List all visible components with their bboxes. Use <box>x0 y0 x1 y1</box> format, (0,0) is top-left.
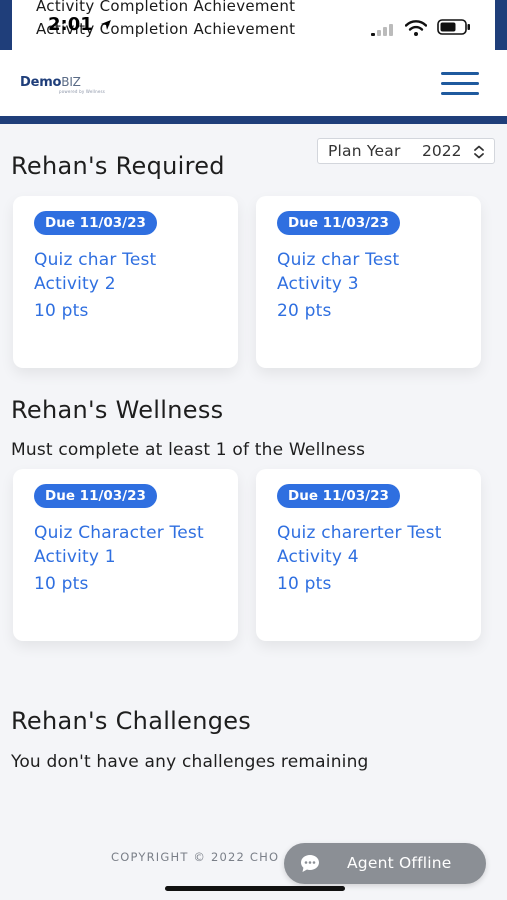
location-arrow-icon <box>101 20 112 30</box>
status-time-text: 2:01 <box>48 14 93 35</box>
activity-card[interactable]: Due 11/03/23 Quiz char Test Activity 3 2… <box>256 196 481 368</box>
logo-subtext: powered by Wellness <box>59 89 106 94</box>
activity-card[interactable]: Due 11/03/23 Quiz char Test Activity 2 1… <box>13 196 238 368</box>
select-chevron-icon <box>474 145 484 159</box>
activity-title[interactable]: Quiz char Test Activity 3 <box>277 248 467 296</box>
due-badge: Due 11/03/23 <box>34 211 157 235</box>
copyright-text: COPYRIGHT © 2022 CHO <box>111 850 280 864</box>
activity-points: 10 pts <box>34 301 89 321</box>
activity-card[interactable]: Due 11/03/23 Quiz charerter Test Activit… <box>256 469 481 641</box>
challenges-empty-message: You don't have any challenges remaining <box>11 752 369 772</box>
wellness-heading: Rehan's Wellness <box>11 396 224 424</box>
activity-title[interactable]: Quiz Character Test Activity 1 <box>34 521 224 569</box>
plan-year-select[interactable]: Plan Year 2022 <box>317 138 495 164</box>
agent-chat-button[interactable]: Agent Offline <box>284 843 486 884</box>
status-time: 2:01 <box>48 14 112 35</box>
activity-points: 20 pts <box>277 301 332 321</box>
activity-points: 10 pts <box>277 574 332 594</box>
wellness-note: Must complete at least 1 of the Wellness <box>11 440 366 460</box>
home-indicator[interactable] <box>165 886 345 891</box>
due-badge: Due 11/03/23 <box>277 211 400 235</box>
agent-status-label: Agent Offline <box>347 854 452 872</box>
activity-title[interactable]: Quiz char Test Activity 2 <box>34 248 224 296</box>
status-edge-right <box>495 0 507 50</box>
plan-year-value: 2022 <box>422 142 462 160</box>
status-bar: Activity Completion Achievement Activity… <box>0 0 507 50</box>
header-divider <box>0 116 507 124</box>
overlay-text-1: Activity Completion Achievement <box>36 0 296 15</box>
cellular-signal-icon <box>371 24 393 36</box>
hamburger-menu-icon[interactable] <box>441 72 479 96</box>
required-heading: Rehan's Required <box>11 152 225 180</box>
chat-bubble-icon <box>301 855 319 872</box>
wifi-icon <box>405 20 427 36</box>
activity-card[interactable]: Due 11/03/23 Quiz Character Test Activit… <box>13 469 238 641</box>
activity-title[interactable]: Quiz charerter Test Activity 4 <box>277 521 467 569</box>
app-header: DemoBIZ powered by Wellness <box>0 50 507 116</box>
logo-accent-text: BIZ <box>61 75 81 89</box>
due-badge: Due 11/03/23 <box>34 484 157 508</box>
logo-main-text: Demo <box>20 75 62 90</box>
brand-logo[interactable]: DemoBIZ powered by Wellness <box>20 75 105 97</box>
status-edge-left <box>0 0 12 50</box>
plan-year-label: Plan Year <box>328 142 401 160</box>
activity-points: 10 pts <box>34 574 89 594</box>
challenges-heading: Rehan's Challenges <box>11 707 252 735</box>
due-badge: Due 11/03/23 <box>277 484 400 508</box>
battery-icon <box>437 19 470 35</box>
